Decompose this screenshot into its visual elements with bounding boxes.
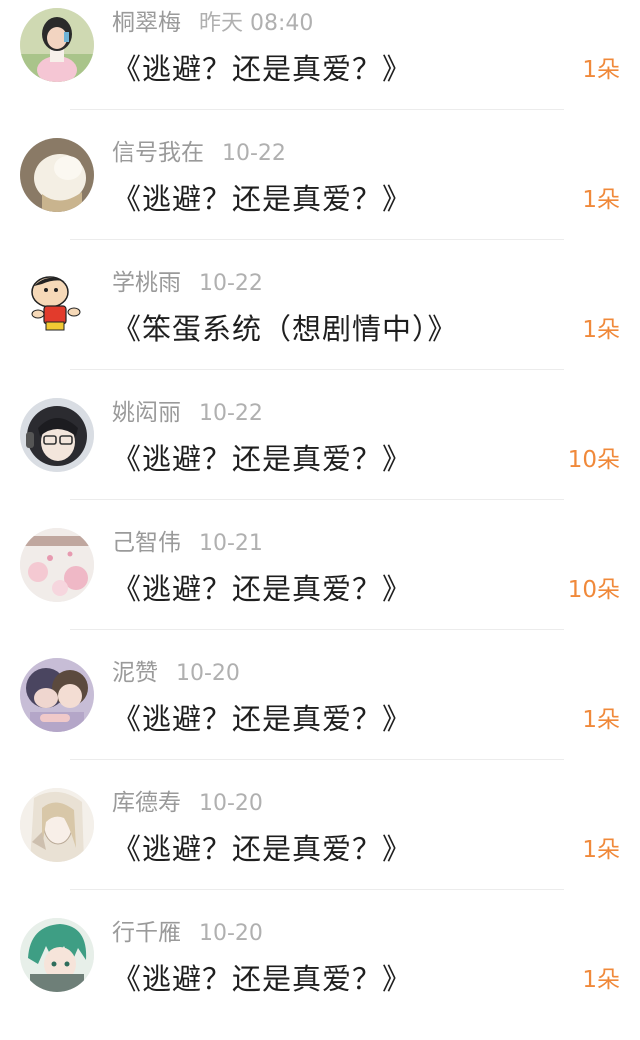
user-name[interactable]: 泥赞 bbox=[112, 660, 158, 686]
cream-avatar-icon bbox=[20, 138, 94, 212]
timestamp: 10-20 bbox=[199, 791, 263, 816]
user-line: 库德寿 10-20 bbox=[112, 788, 263, 818]
timestamp: 10-22 bbox=[199, 271, 263, 296]
user-line: 姚闳丽 10-22 bbox=[112, 398, 263, 428]
sketch-girl-avatar-icon bbox=[20, 788, 94, 862]
user-name[interactable]: 桐翠梅 bbox=[112, 10, 181, 36]
list-item[interactable]: 库德寿 10-20 《逃避？还是真爱？》 1朵 bbox=[0, 780, 640, 910]
flower-count: 1朵 bbox=[582, 57, 620, 83]
list-item[interactable]: 泥赞 10-20 《逃避？还是真爱？》 1朵 bbox=[0, 650, 640, 780]
flower-count: 1朵 bbox=[582, 967, 620, 993]
anime-glasses-avatar-icon bbox=[20, 398, 94, 472]
avatar[interactable] bbox=[20, 658, 94, 732]
user-name[interactable]: 信号我在 bbox=[112, 140, 204, 166]
timestamp: 10-22 bbox=[222, 141, 286, 166]
avatar[interactable] bbox=[20, 8, 94, 82]
list-item[interactable]: 姚闳丽 10-22 《逃避？还是真爱？》 10朵 bbox=[0, 390, 640, 520]
divider bbox=[70, 239, 564, 240]
user-line: 泥赞 10-20 bbox=[112, 658, 240, 688]
list-item[interactable]: 信号我在 10-22 《逃避？还是真爱？》 1朵 bbox=[0, 130, 640, 260]
avatar[interactable] bbox=[20, 788, 94, 862]
anime-couple-avatar-icon bbox=[20, 658, 94, 732]
user-line: 信号我在 10-22 bbox=[112, 138, 286, 168]
divider bbox=[70, 889, 564, 890]
user-line: 学桃雨 10-22 bbox=[112, 268, 263, 298]
green-hair-anime-avatar-icon bbox=[20, 918, 94, 992]
girl-photo-avatar-icon bbox=[20, 8, 94, 82]
avatar[interactable] bbox=[20, 398, 94, 472]
flower-count: 1朵 bbox=[582, 187, 620, 213]
timestamp: 昨天 08:40 bbox=[199, 11, 314, 36]
avatar[interactable] bbox=[20, 268, 94, 342]
user-line: 桐翠梅 昨天 08:40 bbox=[112, 8, 313, 38]
flower-count: 10朵 bbox=[567, 577, 620, 603]
user-name[interactable]: 姚闳丽 bbox=[112, 400, 181, 426]
book-title[interactable]: 《笨蛋系统（想剧情中）》 bbox=[112, 310, 458, 348]
user-line: 行千雁 10-20 bbox=[112, 918, 263, 948]
book-title[interactable]: 《逃避？还是真爱？》 bbox=[112, 700, 412, 738]
avatar[interactable] bbox=[20, 528, 94, 602]
book-title[interactable]: 《逃避？还是真爱？》 bbox=[112, 960, 412, 998]
timestamp: 10-22 bbox=[199, 401, 263, 426]
book-title[interactable]: 《逃避？还是真爱？》 bbox=[112, 180, 412, 218]
list-item[interactable]: 己智伟 10-21 《逃避？还是真爱？》 10朵 bbox=[0, 520, 640, 650]
list-item[interactable]: 行千雁 10-20 《逃避？还是真爱？》 1朵 bbox=[0, 910, 640, 1040]
book-title[interactable]: 《逃避？还是真爱？》 bbox=[112, 570, 412, 608]
divider bbox=[70, 109, 564, 110]
user-name[interactable]: 己智伟 bbox=[112, 530, 181, 556]
divider bbox=[70, 629, 564, 630]
user-name[interactable]: 学桃雨 bbox=[112, 270, 181, 296]
timestamp: 10-20 bbox=[176, 661, 240, 686]
cartoon-boy-avatar-icon bbox=[20, 268, 94, 342]
divider bbox=[70, 759, 564, 760]
timestamp: 10-21 bbox=[199, 531, 263, 556]
divider bbox=[70, 369, 564, 370]
user-line: 己智伟 10-21 bbox=[112, 528, 263, 558]
timestamp: 10-20 bbox=[199, 921, 263, 946]
list-item[interactable]: 桐翠梅 昨天 08:40 《逃避？还是真爱？》 1朵 bbox=[0, 0, 640, 130]
book-title[interactable]: 《逃避？还是真爱？》 bbox=[112, 440, 412, 478]
book-title[interactable]: 《逃避？还是真爱？》 bbox=[112, 830, 412, 868]
flower-count: 1朵 bbox=[582, 317, 620, 343]
user-name[interactable]: 库德寿 bbox=[112, 790, 181, 816]
flower-count: 1朵 bbox=[582, 837, 620, 863]
book-title[interactable]: 《逃避？还是真爱？》 bbox=[112, 50, 412, 88]
avatar[interactable] bbox=[20, 918, 94, 992]
flower-count: 1朵 bbox=[582, 707, 620, 733]
blossom-scenery-avatar-icon bbox=[20, 528, 94, 602]
flower-count: 10朵 bbox=[567, 447, 620, 473]
user-name[interactable]: 行千雁 bbox=[112, 920, 181, 946]
avatar[interactable] bbox=[20, 138, 94, 212]
divider bbox=[70, 499, 564, 500]
gift-list: 桐翠梅 昨天 08:40 《逃避？还是真爱？》 1朵 信号我在 10-22 《逃避？… bbox=[0, 0, 640, 1007]
list-item[interactable]: 学桃雨 10-22 《笨蛋系统（想剧情中）》 1朵 bbox=[0, 260, 640, 390]
